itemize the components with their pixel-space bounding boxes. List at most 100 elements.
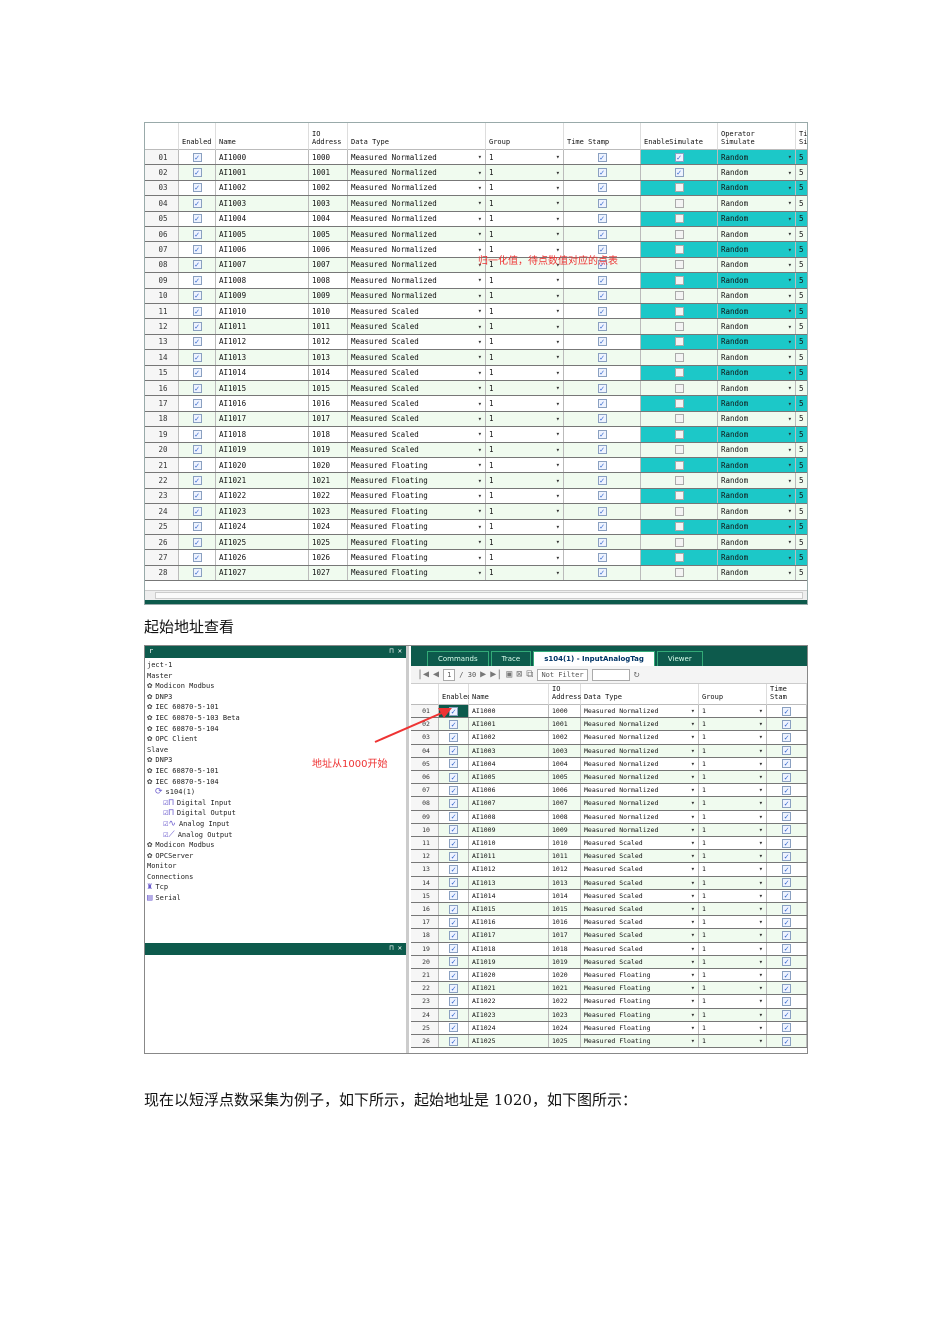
tag-name[interactable]: AI1017: [469, 929, 549, 942]
group-select[interactable]: 1: [486, 288, 564, 303]
tag-name[interactable]: AI1017: [216, 411, 309, 427]
timestamp-checkbox[interactable]: ✓: [767, 903, 807, 916]
data-type-select[interactable]: Measured Normalized: [348, 257, 486, 273]
data-type-select[interactable]: Measured Normalized: [348, 150, 486, 165]
data-type-select[interactable]: Measured Normalized: [581, 771, 699, 784]
timestamp-checkbox[interactable]: ✓: [564, 535, 641, 550]
time-simulate[interactable]: 5: [796, 273, 807, 288]
timestamp-checkbox[interactable]: ✓: [767, 850, 807, 863]
io-address[interactable]: 1001: [309, 165, 348, 180]
io-address[interactable]: 1014: [549, 889, 581, 902]
tag-name[interactable]: AI1010: [469, 837, 549, 850]
data-type-select[interactable]: Measured Floating: [581, 982, 699, 995]
tree-item[interactable]: ✿ Modicon Modbus: [147, 840, 406, 851]
data-type-select[interactable]: Measured Scaled: [348, 365, 486, 380]
table-row[interactable]: 08 ✓ AI10071007Measured Normalized1 ✓: [411, 797, 807, 811]
time-simulate[interactable]: 5: [796, 519, 807, 534]
io-address[interactable]: 1027: [309, 565, 348, 581]
table-row[interactable]: 10 ✓ AI10091009Measured Normalized1 ✓ ✓ Rando…: [145, 288, 807, 304]
io-address[interactable]: 1022: [309, 488, 348, 504]
timestamp-checkbox[interactable]: ✓: [564, 488, 641, 504]
tag-name[interactable]: AI1023: [216, 504, 309, 519]
group-select[interactable]: 1: [486, 535, 564, 550]
enabled-checkbox[interactable]: ✓: [179, 381, 216, 396]
time-simulate[interactable]: 5: [796, 150, 807, 165]
tree-item[interactable]: ✿ Modicon Modbus: [147, 681, 406, 692]
enabled-checkbox[interactable]: ✓: [179, 411, 216, 427]
operator-simulate-select[interactable]: Random: [718, 365, 796, 380]
tree-item[interactable]: ♜ Tcp: [147, 882, 406, 893]
tree-item[interactable]: ✿ IEC 60870-5-101: [147, 702, 406, 713]
timestamp-checkbox[interactable]: ✓: [767, 876, 807, 889]
tree-item[interactable]: ✿ OPC Client: [147, 734, 406, 745]
timestamp-checkbox[interactable]: ✓: [564, 442, 641, 457]
group-select[interactable]: 1: [486, 180, 564, 196]
group-select[interactable]: 1: [699, 850, 767, 863]
io-address[interactable]: 1003: [549, 744, 581, 757]
time-simulate[interactable]: 5: [796, 319, 807, 333]
io-address[interactable]: 1000: [549, 705, 581, 718]
data-type-select[interactable]: Measured Normalized: [581, 705, 699, 718]
table-row[interactable]: 17 ✓ AI10161016Measured Scaled1 ✓: [411, 916, 807, 930]
tag-name[interactable]: AI1022: [216, 488, 309, 504]
io-address[interactable]: 1010: [549, 837, 581, 850]
operator-simulate-select[interactable]: Random: [718, 165, 796, 180]
data-type-select[interactable]: Measured Floating: [348, 458, 486, 473]
enabled-checkbox[interactable]: ✓: [439, 757, 469, 770]
table-row[interactable]: 18 ✓ AI10171017Measured Scaled1 ✓: [411, 929, 807, 943]
enable-simulate-checkbox[interactable]: ✓: [641, 427, 718, 442]
data-type-select[interactable]: Measured Normalized: [581, 744, 699, 757]
enabled-checkbox[interactable]: ✓: [439, 797, 469, 810]
tag-name[interactable]: AI1016: [469, 916, 549, 929]
group-select[interactable]: 1: [486, 458, 564, 473]
enabled-checkbox[interactable]: ✓: [179, 180, 216, 196]
time-simulate[interactable]: 5: [796, 196, 807, 210]
enabled-checkbox[interactable]: ✓: [439, 784, 469, 797]
group-select[interactable]: 1: [699, 784, 767, 797]
io-address[interactable]: 1008: [549, 810, 581, 823]
tag-name[interactable]: AI1002: [469, 731, 549, 744]
io-address[interactable]: 1002: [309, 180, 348, 196]
enabled-checkbox[interactable]: ✓: [439, 889, 469, 902]
enable-simulate-checkbox[interactable]: ✓: [641, 365, 718, 380]
tag-name[interactable]: AI1011: [469, 850, 549, 863]
table-row[interactable]: 21 ✓ AI10201020Measured Floating1 ✓ ✓ Random5: [145, 458, 807, 474]
column-header[interactable]: Data Type: [581, 684, 699, 705]
column-header[interactable]: Name: [216, 123, 309, 150]
enabled-checkbox[interactable]: ✓: [179, 196, 216, 211]
enabled-checkbox[interactable]: ✓: [439, 942, 469, 955]
tag-name[interactable]: AI1024: [216, 519, 309, 534]
data-type-select[interactable]: Measured Scaled: [581, 850, 699, 863]
data-type-select[interactable]: Measured Floating: [581, 969, 699, 982]
timestamp-checkbox[interactable]: ✓: [564, 334, 641, 350]
filter-input[interactable]: [591, 668, 630, 681]
tag-name[interactable]: AI1012: [216, 334, 309, 350]
tag-name[interactable]: AI1018: [216, 427, 309, 442]
tree-item[interactable]: Master: [147, 671, 406, 682]
enabled-checkbox[interactable]: ✓: [439, 810, 469, 823]
timestamp-checkbox[interactable]: ✓: [767, 1035, 807, 1048]
operator-simulate-select[interactable]: Random: [718, 350, 796, 365]
timestamp-checkbox[interactable]: ✓: [564, 165, 641, 180]
io-address[interactable]: 1007: [309, 257, 348, 273]
timestamp-checkbox[interactable]: ✓: [767, 955, 807, 968]
time-simulate[interactable]: 5: [796, 504, 807, 518]
time-simulate[interactable]: 5: [796, 365, 807, 380]
tree-item[interactable]: ✿ OPCServer: [147, 851, 406, 862]
enabled-checkbox[interactable]: ✓: [179, 227, 216, 242]
tag-name[interactable]: AI1019: [216, 442, 309, 457]
tree-item[interactable]: ✿ IEC 60870-5-104: [147, 777, 406, 788]
time-simulate[interactable]: 5: [796, 396, 807, 411]
tree-item[interactable]: ✿ IEC 60870-5-103 Beta: [147, 713, 406, 724]
first-page-icon[interactable]: |◀: [417, 669, 429, 680]
time-simulate[interactable]: 5: [796, 242, 807, 257]
data-type-select[interactable]: Measured Scaled: [348, 350, 486, 365]
table-row[interactable]: 26 ✓ AI10251025Measured Floating1 ✓ ✓ Random5: [145, 535, 807, 551]
timestamp-checkbox[interactable]: ✓: [564, 550, 641, 565]
tag-name[interactable]: AI1010: [216, 304, 309, 319]
time-simulate[interactable]: 5: [796, 550, 807, 565]
enabled-checkbox[interactable]: ✓: [439, 837, 469, 850]
group-select[interactable]: 1: [486, 396, 564, 411]
enabled-checkbox[interactable]: ✓: [179, 350, 216, 365]
timestamp-checkbox[interactable]: ✓: [767, 942, 807, 955]
